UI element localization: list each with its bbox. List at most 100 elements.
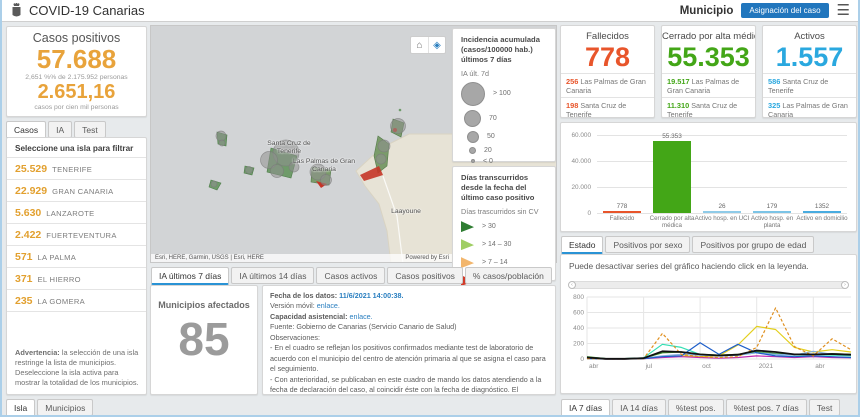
municipalities-value: 85 [151, 310, 257, 370]
island-row-tenerife[interactable]: 25.529TENERIFE [7, 158, 146, 180]
capacity-label: Capacidad asistencial: [270, 312, 348, 321]
observations-title: Observaciones: [270, 333, 548, 343]
bubble-swatch [464, 110, 481, 127]
time-range-slider[interactable]: ‹ › [569, 281, 848, 289]
island-row-el-hierro[interactable]: 371EL HIERRO [7, 268, 146, 290]
bubble-swatch [471, 159, 475, 163]
map-tabs: IA últimos 7 díasIA últimos 14 díasCasos… [151, 266, 554, 285]
map-attribution: Esri, HERE, Garmin, USGS | Esri, HERE Po… [151, 254, 453, 262]
bar-4[interactable] [803, 211, 841, 213]
tab-isla[interactable]: Isla [6, 399, 35, 417]
island-row-la-gomera[interactable]: 235LA GOMERA [7, 290, 146, 312]
tab-positivos-sexo[interactable]: Positivos por sexo [605, 236, 690, 253]
legend-hint: Puede desactivar series del gráfico haci… [561, 255, 856, 273]
positives-card: Casos positivos 57.688 2,651 %% de 2.175… [6, 26, 147, 117]
left-bottom-tabs: IslaMunicipios [6, 398, 95, 417]
map-home-button[interactable]: ⌂ [411, 37, 428, 53]
tab-positivos-edad[interactable]: Positivos por grupo de edad [692, 236, 814, 253]
tab-ia-7dias[interactable]: IA últimos 7 días [151, 267, 229, 285]
estado-bar-chart: 020.00040.00060.000778Fallecido55.353Cer… [561, 123, 856, 231]
municipalities-title: Municipios afectados [151, 286, 257, 310]
source-line: Fuente: Gobierno de Canarias (Servicio C… [270, 322, 548, 332]
fallecidos-card: Fallecidos 778 256 Las Palmas de Gran Ca… [560, 25, 655, 118]
data-date-label: Fecha de los datos: [270, 291, 337, 300]
mobile-version-label: Versión móvil: [270, 301, 315, 310]
menu-icon[interactable]: ☰ [837, 3, 850, 18]
tab-ia14[interactable]: IA 14 días [612, 399, 666, 416]
data-date-value: 11/6/2021 14:00:38. [339, 291, 403, 300]
map-basemap-layers-button[interactable]: ◈ [428, 37, 445, 53]
tab-ia-14dias[interactable]: IA últimos 14 días [231, 267, 314, 284]
app-title: COVID-19 Canarias [29, 3, 145, 18]
days-swatch [461, 239, 474, 250]
tab-ia[interactable]: IA [48, 121, 72, 138]
cerrado-title: Cerrado por alta médica [662, 26, 755, 42]
island-row-fuerteventura[interactable]: 2.422FUERTEVENTURA [7, 224, 146, 246]
tab-casos-activos[interactable]: Casos activos [316, 267, 385, 284]
canarias-emblem-icon [10, 3, 23, 18]
positives-rate-label: casos por cien mil personas [7, 104, 146, 111]
legend-ia-title: Incidencia acumulada (casos/100000 hab.)… [453, 29, 555, 67]
cerrado-card: Cerrado por alta médica 55.353 19.517 La… [661, 25, 756, 118]
tab-municipios[interactable]: Municipios [37, 399, 93, 416]
positives-pct: 2,651 %% de 2.175.952 personas [7, 74, 146, 81]
legend-ia-card: Incidencia acumulada (casos/100000 hab.)… [452, 28, 556, 162]
slider-handle-left[interactable]: ‹ [568, 281, 576, 289]
map-controls: ⌂ ◈ [410, 36, 446, 54]
island-row-la-palma[interactable]: 571LA PALMA [7, 246, 146, 268]
tab-test-pos7[interactable]: %test pos. 7 días [726, 399, 807, 416]
islands-warning: Advertencia: la selección de una isla re… [15, 348, 140, 388]
bubble-swatch [467, 131, 479, 143]
fallecidos-title: Fallecidos [561, 26, 654, 42]
days-swatch [461, 221, 474, 232]
assign-case-button[interactable]: Asignación del caso [741, 3, 828, 18]
line-tabs: IA 7 díasIA 14 días%test pos.%test pos. … [561, 398, 858, 417]
legend-days-subtitle: Días trascurridos sin CV [453, 205, 555, 218]
observation-item: - Con anterioridad, se publicaban en est… [270, 375, 548, 396]
activos-title: Activos [763, 26, 856, 42]
mobile-version-link[interactable]: enlace. [317, 301, 340, 310]
capacity-link[interactable]: enlace. [350, 312, 373, 321]
tab-test-pos[interactable]: %test pos. [668, 399, 724, 416]
bar-0[interactable] [603, 211, 641, 213]
legend-days-title: Días transcurridos desde la fecha del úl… [453, 167, 555, 205]
activos-card: Activos 1.557 586 Santa Cruz de Tenerife… [762, 25, 857, 118]
positives-title: Casos positivos [7, 27, 146, 45]
legend-ia-subtitle: IA últ. 7d [453, 67, 555, 80]
tab-ia7[interactable]: IA 7 días [561, 399, 610, 417]
svg-text:2021: 2021 [759, 363, 774, 370]
ia-lines-card: Puede desactivar series del gráfico haci… [560, 254, 857, 394]
info-card: Fecha de los datos: 11/6/2021 14:00:38. … [262, 285, 556, 395]
header-bar: COVID-19 Canarias Municipio Asignación d… [2, 0, 858, 22]
ia-line-chart: 0200400600800abrjuloct2021abr [563, 293, 858, 373]
slider-handle-right[interactable]: › [841, 281, 849, 289]
islands-card: Seleccione una isla para filtrar 25.529T… [6, 137, 147, 395]
bar-1[interactable] [653, 141, 691, 213]
cerrado-value: 55.353 [662, 42, 755, 73]
estado-chart-card: 020.00040.00060.000778Fallecido55.353Cer… [560, 122, 857, 232]
island-row-gran-canaria[interactable]: 22.929GRAN CANARIA [7, 180, 146, 202]
island-row-lanzarote[interactable]: 5.630LANZAROTE [7, 202, 146, 224]
svg-text:0: 0 [580, 356, 584, 363]
tab-casos-poblacion[interactable]: % casos/población [465, 267, 552, 284]
tab-casos-positivos[interactable]: Casos positivos [387, 267, 463, 284]
tab-estado[interactable]: Estado [561, 236, 603, 254]
positives-rate: 2.651,16 [7, 81, 146, 104]
tab-test[interactable]: Test [74, 121, 106, 138]
legend-days-card: Días transcurridos desde la fecha del úl… [452, 166, 556, 281]
municipalities-card: Municipios afectados 85 [150, 285, 258, 395]
svg-text:abr: abr [815, 363, 825, 370]
svg-text:800: 800 [573, 294, 584, 301]
observation-item: - En el cuadro se reflejan los positivos… [270, 343, 548, 374]
bubble-swatch [469, 147, 476, 154]
covid-dashboard: COVID-19 Canarias Municipio Asignación d… [0, 0, 860, 417]
svg-text:400: 400 [573, 325, 584, 332]
bar-2[interactable] [703, 211, 741, 213]
bar-3[interactable] [753, 211, 791, 213]
svg-text:200: 200 [573, 341, 584, 348]
fallecidos-value: 778 [561, 42, 654, 73]
bubble-swatch [461, 82, 485, 106]
tab-test[interactable]: Test [809, 399, 841, 416]
svg-text:jul: jul [645, 363, 653, 370]
municipio-label: Municipio [680, 5, 734, 17]
